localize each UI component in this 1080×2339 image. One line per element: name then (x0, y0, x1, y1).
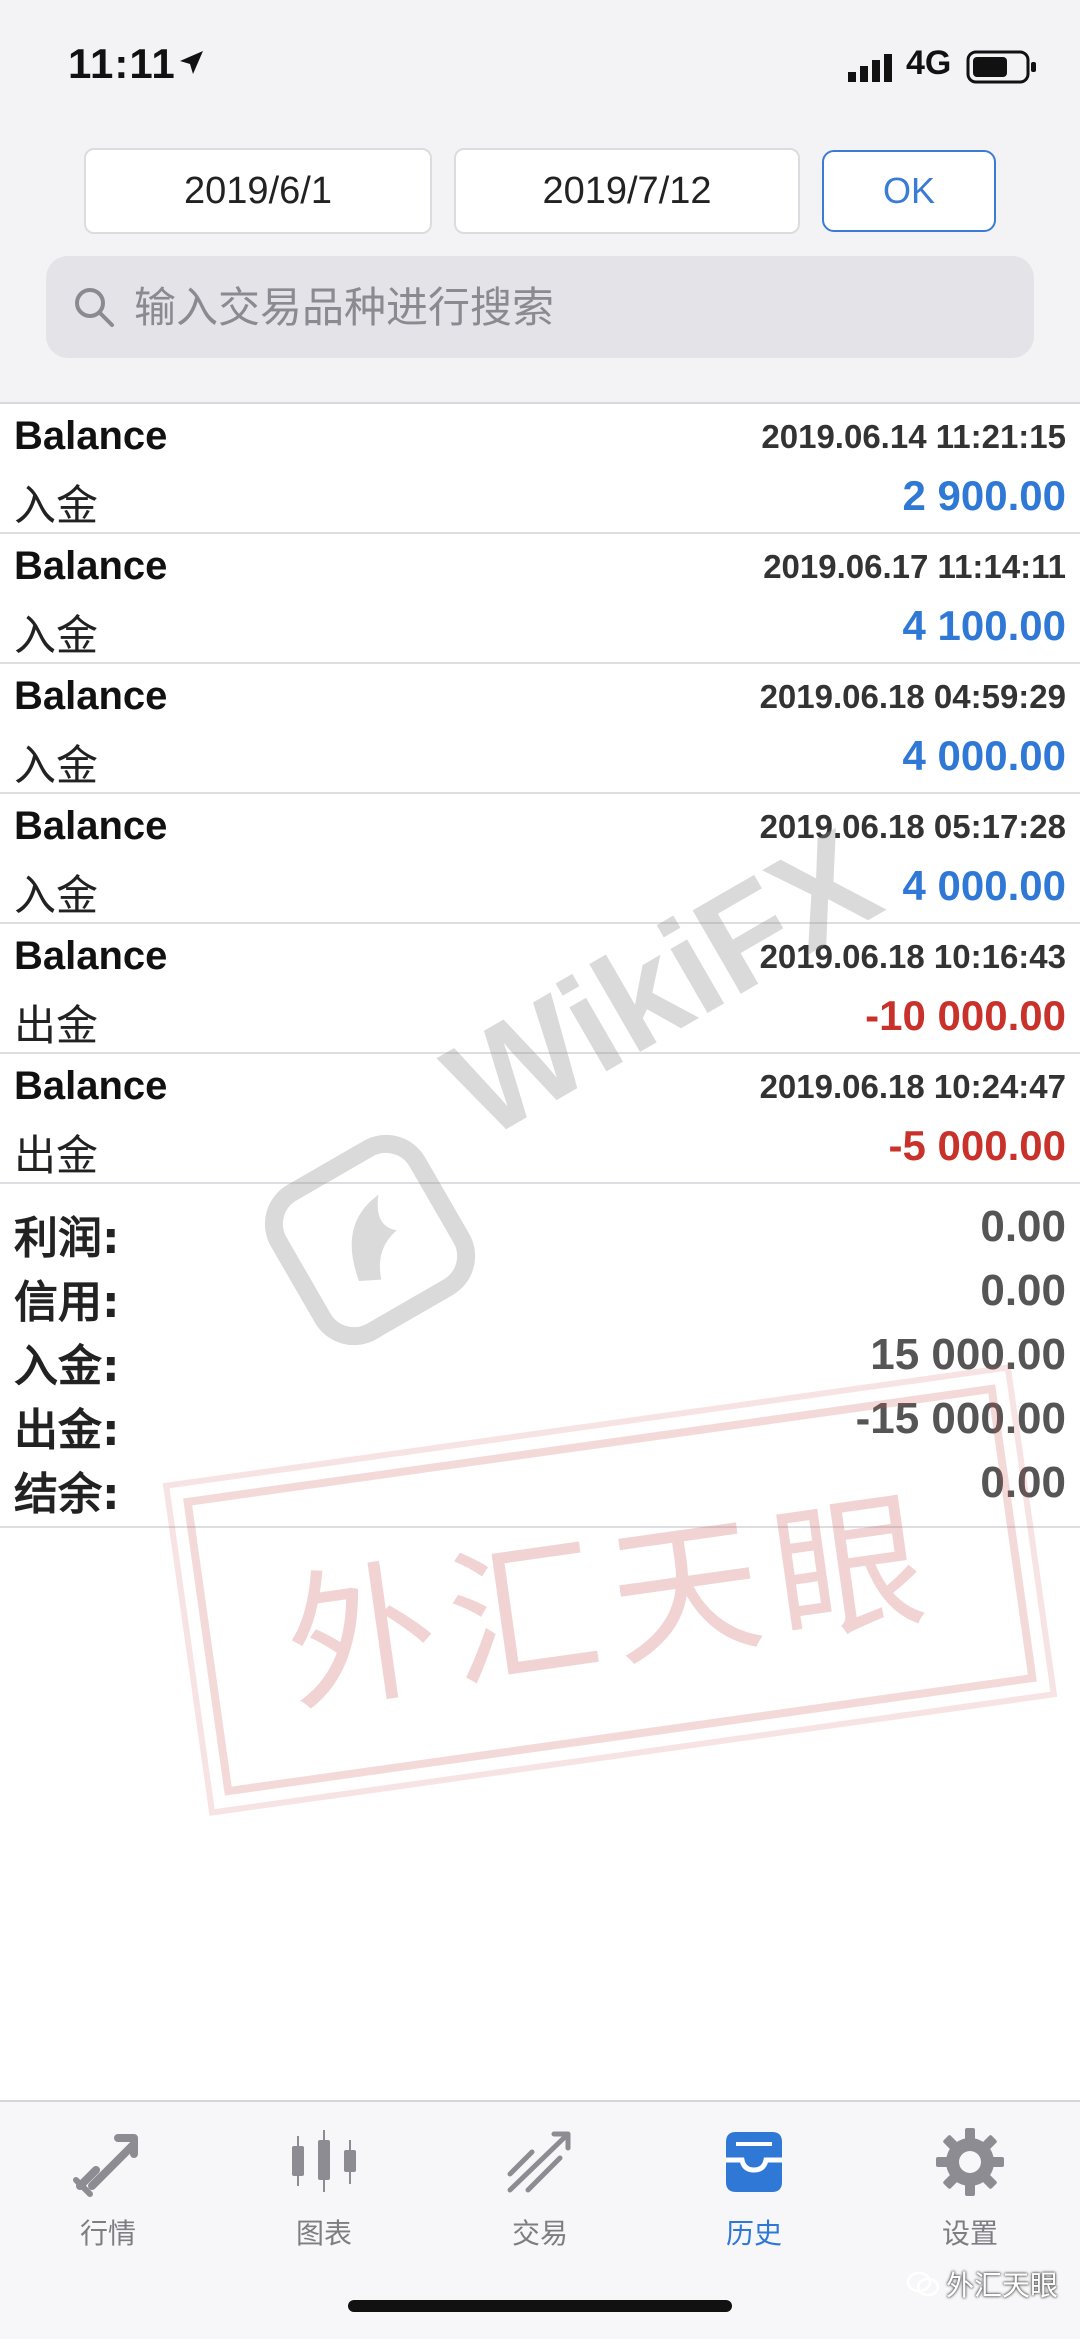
tab-label: 交易 (511, 2217, 568, 2250)
battery-icon (966, 50, 1036, 84)
summary-row-credit: 信用: 0.00 (0, 1260, 1080, 1328)
record-subtype: 入金 (14, 871, 99, 920)
home-indicator[interactable] (348, 2300, 732, 2312)
summary-label: 利润: (14, 1213, 120, 1264)
date-from-field[interactable]: 2019/6/1 (84, 148, 432, 234)
list-item[interactable]: Balance 2019.06.14 11:21:15 入金 2 900.00 (0, 404, 1080, 534)
status-bar: 11:11 4G (0, 0, 1080, 130)
chart-icon (292, 2130, 356, 2192)
record-datetime: 2019.06.17 11:14:11 (763, 548, 1066, 585)
record-subtype: 入金 (14, 611, 99, 660)
search-bar[interactable] (46, 256, 1034, 358)
tab-settings[interactable]: 设置 (880, 2124, 1060, 2264)
record-type: Balance (14, 674, 168, 718)
top-panel: 11:11 4G 2019/6/1 2019/7/12 OK (0, 0, 1080, 404)
tab-label: 图表 (295, 2217, 352, 2250)
record-type: Balance (14, 804, 168, 848)
summary-value: 0.00 (980, 1266, 1066, 1315)
search-icon (75, 288, 114, 327)
record-subtype: 入金 (14, 481, 99, 530)
summary-label: 结余: (14, 1469, 120, 1520)
record-type: Balance (14, 934, 168, 978)
list-item[interactable]: Balance 2019.06.18 04:59:29 入金 4 000.00 (0, 664, 1080, 794)
location-arrow-icon (180, 51, 203, 74)
record-type: Balance (14, 414, 168, 458)
tab-trade[interactable]: 交易 (450, 2124, 630, 2264)
settings-icon (936, 2128, 1004, 2196)
summary-row-deposit: 入金: 15 000.00 (0, 1324, 1080, 1392)
record-amount: 2 900.00 (902, 472, 1067, 519)
search-input[interactable] (134, 282, 994, 332)
history-icon (726, 2132, 782, 2192)
record-amount: 4 100.00 (902, 602, 1067, 649)
network-type: 4G (906, 44, 952, 82)
record-datetime: 2019.06.18 04:59:29 (759, 678, 1066, 715)
record-amount: 4 000.00 (902, 862, 1067, 909)
source-credit: 外汇天眼 (906, 2264, 1058, 2304)
ok-button[interactable]: OK (822, 150, 996, 232)
tab-label: 设置 (941, 2217, 998, 2250)
record-amount: -10 000.00 (865, 992, 1066, 1039)
chat-bubble-icon (906, 2271, 940, 2297)
summary-value: 15 000.00 (870, 1330, 1066, 1379)
signal-icon (848, 54, 892, 82)
record-type: Balance (14, 1064, 168, 1108)
quotes-icon (73, 2134, 138, 2197)
summary-row-profit: 利润: 0.00 (0, 1196, 1080, 1264)
record-datetime: 2019.06.18 10:24:47 (759, 1068, 1066, 1105)
tab-chart[interactable]: 图表 (234, 2124, 414, 2264)
record-type: Balance (14, 544, 168, 588)
tab-history[interactable]: 历史 (664, 2124, 844, 2264)
tab-quotes[interactable]: 行情 (18, 2124, 198, 2264)
record-subtype: 出金 (14, 1001, 99, 1050)
summary-label: 入金: (14, 1341, 120, 1392)
record-amount: 4 000.00 (902, 732, 1067, 779)
summary-label: 出金: (14, 1405, 120, 1456)
list-item[interactable]: Balance 2019.06.18 05:17:28 入金 4 000.00 (0, 794, 1080, 924)
stamp-text: 外汇天眼 (274, 1471, 949, 1736)
tab-label: 历史 (725, 2217, 782, 2250)
record-subtype: 出金 (14, 1131, 99, 1180)
status-time: 11:11 (68, 40, 176, 87)
record-subtype: 入金 (14, 741, 99, 790)
summary-label: 信用: (14, 1277, 120, 1328)
credit-text: 外汇天眼 (945, 2269, 1058, 2302)
record-datetime: 2019.06.14 11:21:15 (761, 418, 1066, 455)
record-amount: -5 000.00 (888, 1122, 1066, 1169)
list-item[interactable]: Balance 2019.06.17 11:14:11 入金 4 100.00 (0, 534, 1080, 664)
trade-icon (507, 2131, 571, 2193)
summary-value: 0.00 (980, 1202, 1066, 1251)
tab-label: 行情 (79, 2217, 136, 2250)
date-to-field[interactable]: 2019/7/12 (454, 148, 800, 234)
